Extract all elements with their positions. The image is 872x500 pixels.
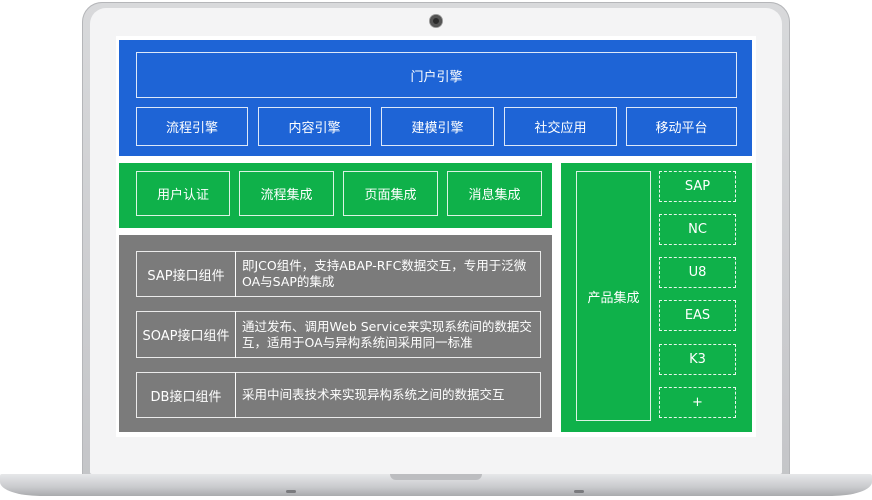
interface-description: 采用中间表技术来实现异构系统之间的数据交互: [235, 372, 541, 418]
integration-box: 消息集成: [447, 171, 542, 216]
engine-box: 内容引擎: [258, 107, 371, 146]
interface-description: 即JCO组件，支持ABAP-RFC数据交互，专用于泛微OA与SAP的集成: [235, 251, 541, 297]
interface-description: 通过发布、调用Web Service来实现系统间的数据交互，适用于OA与异构系统…: [235, 311, 541, 358]
interface-name: SAP接口组件: [136, 251, 236, 297]
product-item: SAP: [659, 171, 736, 202]
engine-box: 移动平台: [626, 107, 737, 146]
laptop-notch: [390, 474, 482, 480]
portal-engine-box: 门户引擎: [136, 52, 737, 98]
product-item: NC: [659, 214, 736, 245]
engine-box: 流程引擎: [136, 107, 248, 146]
product-integration-title: 产品集成: [576, 171, 651, 421]
integration-box: 流程集成: [239, 171, 334, 216]
product-item: EAS: [659, 300, 736, 331]
engine-box: 社交应用: [504, 107, 617, 146]
product-item: +: [659, 387, 736, 418]
integration-box: 页面集成: [343, 171, 438, 216]
engine-box: 建模引擎: [381, 107, 494, 146]
camera-icon: [430, 15, 442, 27]
laptop-foot-right: [574, 490, 584, 493]
product-item: K3: [659, 344, 736, 375]
product-item: U8: [659, 257, 736, 288]
interface-name: SOAP接口组件: [136, 311, 236, 358]
interface-name: DB接口组件: [136, 372, 236, 418]
laptop-foot-left: [286, 490, 296, 493]
integration-box: 用户认证: [136, 171, 230, 216]
